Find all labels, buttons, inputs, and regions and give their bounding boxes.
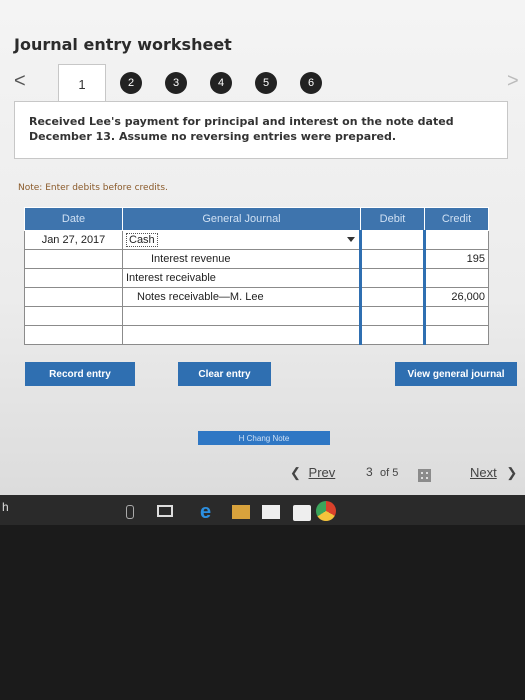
table-row: Interest revenue 195 [24, 249, 489, 269]
table-row: Interest receivable [24, 268, 489, 288]
date-select[interactable]: Jan 27, 2017 [24, 230, 123, 250]
date-header: Date [24, 207, 123, 231]
tab-6[interactable]: 6 [300, 72, 322, 94]
debit-input[interactable] [359, 249, 425, 269]
instruction-note: Note: Enter debits before credits. [18, 183, 168, 193]
check-note-button[interactable]: H Chang Note [198, 431, 330, 445]
chevron-right-icon: ❯ [506, 465, 518, 480]
credit-input[interactable] [423, 325, 489, 345]
task-view-icon[interactable] [157, 505, 173, 517]
debit-input[interactable] [359, 325, 425, 345]
debit-header: Debit [360, 207, 425, 231]
mail-icon[interactable] [262, 505, 280, 519]
tab-4[interactable]: 4 [210, 72, 232, 94]
next-arrow-icon[interactable]: > [507, 70, 519, 93]
account-select[interactable] [122, 306, 361, 326]
date-cell [24, 325, 123, 345]
worksheet-screen: Journal entry worksheet < 1 2 3 4 5 6 > … [0, 0, 525, 495]
debit-input[interactable] [359, 306, 425, 326]
date-cell [24, 249, 123, 269]
chevron-down-icon[interactable] [347, 237, 355, 242]
debit-input[interactable] [359, 268, 425, 288]
next-link[interactable]: Next ❯ [470, 465, 517, 481]
debit-input[interactable] [359, 230, 425, 250]
account-name: Cash [126, 233, 158, 247]
tab-3[interactable]: 3 [165, 72, 187, 94]
table-row [24, 325, 489, 345]
debit-input[interactable] [359, 287, 425, 307]
table-row: Jan 27, 2017 Cash [24, 230, 489, 250]
record-entry-button[interactable]: Record entry [25, 362, 135, 386]
tab-1[interactable]: 1 [58, 64, 106, 103]
date-cell [24, 287, 123, 307]
credit-input[interactable]: 195 [423, 249, 489, 269]
date-cell [24, 306, 123, 326]
store-icon[interactable] [293, 505, 311, 521]
credit-input[interactable]: 26,000 [423, 287, 489, 307]
credit-input[interactable] [423, 230, 489, 250]
credit-input[interactable] [423, 268, 489, 288]
grid-icon[interactable] [418, 469, 431, 482]
credit-input[interactable] [423, 306, 489, 326]
account-select[interactable] [122, 325, 361, 345]
account-select[interactable]: Interest receivable [122, 268, 361, 288]
account-select[interactable]: Cash [122, 230, 361, 250]
chevron-left-icon: ❮ [290, 465, 301, 480]
account-header: General Journal [122, 207, 361, 231]
microphone-icon[interactable] [126, 505, 134, 519]
account-select[interactable]: Notes receivable—M. Lee [122, 287, 361, 307]
file-explorer-icon[interactable] [232, 505, 250, 519]
view-general-journal-button[interactable]: View general journal [395, 362, 517, 386]
page-total: of 5 [380, 467, 399, 479]
page-title: Journal entry worksheet [14, 35, 232, 54]
credit-header: Credit [424, 207, 489, 231]
edge-browser-icon[interactable]: e [200, 501, 211, 524]
table-row: Notes receivable—M. Lee 26,000 [24, 287, 489, 307]
journal-table: Date General Journal Debit Credit Jan 27… [24, 207, 489, 345]
transaction-description: Received Lee's payment for principal and… [14, 101, 508, 159]
date-cell [24, 268, 123, 288]
prev-arrow-icon[interactable]: < [14, 70, 26, 93]
tab-5[interactable]: 5 [255, 72, 277, 94]
tab-2[interactable]: 2 [120, 72, 142, 94]
page-current: 3 [366, 465, 373, 479]
table-row [24, 306, 489, 326]
prev-link[interactable]: ❮ Prev [290, 465, 335, 481]
clear-entry-button[interactable]: Clear entry [178, 362, 271, 386]
account-select[interactable]: Interest revenue [122, 249, 361, 269]
tab-bar: < 1 2 3 4 5 6 > [0, 64, 525, 103]
chrome-icon[interactable] [316, 501, 336, 521]
journal-header-row: Date General Journal Debit Credit [24, 207, 489, 231]
taskbar-text: h [2, 500, 9, 514]
